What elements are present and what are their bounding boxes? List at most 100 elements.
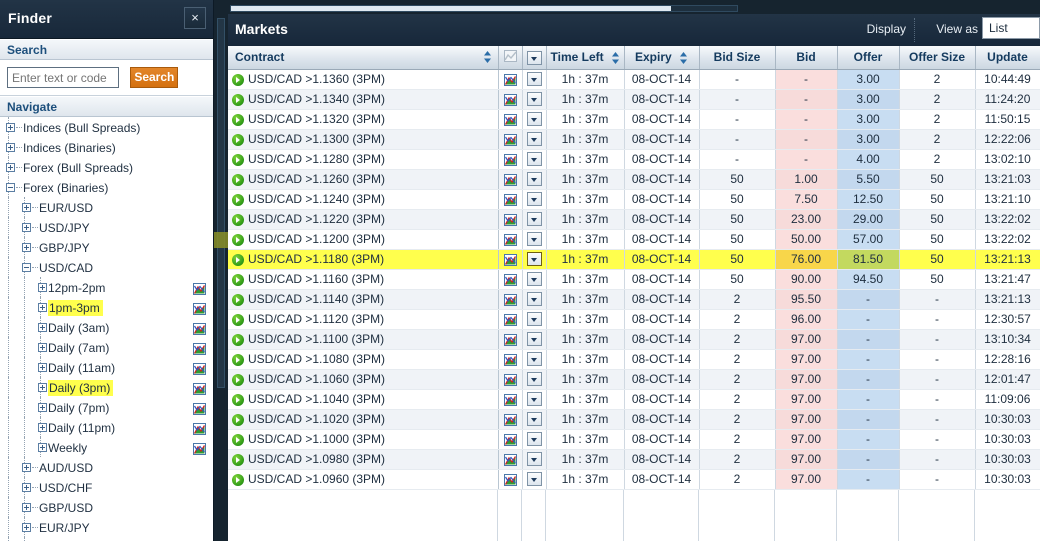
cell-row-menu[interactable] <box>522 369 547 390</box>
chevron-down-icon[interactable] <box>526 392 542 407</box>
column-header-chart[interactable] <box>498 46 523 70</box>
expand-icon[interactable] <box>38 343 47 353</box>
chevron-down-icon[interactable] <box>526 272 542 287</box>
cell-chart-link[interactable] <box>498 189 523 210</box>
tree-item-daily-11pm[interactable]: Daily (11pm) <box>0 417 213 437</box>
chevron-down-icon[interactable] <box>526 232 542 247</box>
table-row[interactable]: USD/CAD >1.1000 (3PM) 1h : 37m 08-OCT-14 2 9… <box>228 429 1040 450</box>
trade-play-icon[interactable] <box>232 93 244 106</box>
cell-chart-link[interactable] <box>498 249 523 270</box>
table-row[interactable]: USD/CAD >1.1180 (3PM) 1h : 37m 08-OCT-14 50… <box>228 249 1040 270</box>
cell-row-menu[interactable] <box>522 469 547 490</box>
chart-icon[interactable] <box>503 233 517 246</box>
chart-icon[interactable] <box>503 293 517 306</box>
cell-contract[interactable]: USD/CAD >1.0960 (3PM) <box>228 469 499 490</box>
chart-icon[interactable] <box>193 421 206 435</box>
table-row[interactable]: USD/CAD >1.0960 (3PM) 1h : 37m 08-OCT-14 2 9… <box>228 469 1040 490</box>
expand-icon[interactable] <box>6 163 15 173</box>
cell-chart-link[interactable] <box>498 289 523 310</box>
cell-contract[interactable]: USD/CAD >1.1220 (3PM) <box>228 209 499 230</box>
cell-row-menu[interactable] <box>522 109 547 130</box>
chart-icon[interactable] <box>503 213 517 226</box>
trade-play-icon[interactable] <box>232 413 244 426</box>
expand-icon[interactable] <box>38 383 47 393</box>
cell-chart-link[interactable] <box>498 69 523 90</box>
expand-icon[interactable] <box>38 443 47 453</box>
cell-contract[interactable]: USD/CAD >1.1100 (3PM) <box>228 329 499 350</box>
tree-item-daily-3pm[interactable]: Daily (3pm) <box>0 377 213 397</box>
tree-item-usd-chf[interactable]: USD/CHF <box>0 477 213 497</box>
chart-icon[interactable] <box>503 453 517 466</box>
tree-item-eur-jpy[interactable]: EUR/JPY <box>0 517 213 537</box>
tree-item-usd-jpy[interactable]: USD/JPY <box>0 217 213 237</box>
cell-chart-link[interactable] <box>498 309 523 330</box>
chevron-down-icon[interactable] <box>526 112 542 127</box>
cell-row-menu[interactable] <box>522 69 547 90</box>
chevron-down-icon[interactable] <box>526 452 542 467</box>
cell-contract[interactable]: USD/CAD >1.1200 (3PM) <box>228 229 499 250</box>
trade-play-icon[interactable] <box>232 193 244 206</box>
cell-contract[interactable]: USD/CAD >1.1320 (3PM) <box>228 109 499 130</box>
trade-play-icon[interactable] <box>232 133 244 146</box>
hscroll-track[interactable] <box>230 5 738 12</box>
cell-contract[interactable]: USD/CAD >1.1240 (3PM) <box>228 189 499 210</box>
sort-icon[interactable] <box>679 52 688 65</box>
tree-item-gbp-jpy[interactable]: GBP/JPY <box>0 237 213 257</box>
chevron-down-icon[interactable] <box>526 252 542 267</box>
cell-row-menu[interactable] <box>522 249 547 270</box>
column-header-bid-size[interactable]: Bid Size <box>699 46 776 70</box>
collapse-icon[interactable] <box>6 183 15 193</box>
trade-play-icon[interactable] <box>232 453 244 466</box>
cell-contract[interactable]: USD/CAD >1.1280 (3PM) <box>228 149 499 170</box>
cell-row-menu[interactable] <box>522 189 547 210</box>
chevron-down-icon[interactable] <box>526 50 542 65</box>
chart-icon[interactable] <box>503 93 517 106</box>
trade-play-icon[interactable] <box>232 293 244 306</box>
collapse-icon[interactable] <box>22 263 31 273</box>
cell-chart-link[interactable] <box>498 469 523 490</box>
chart-icon[interactable] <box>503 333 517 346</box>
hscroll-thumb[interactable] <box>231 6 671 11</box>
cell-chart-link[interactable] <box>498 369 523 390</box>
trade-play-icon[interactable] <box>232 153 244 166</box>
chevron-down-icon[interactable] <box>526 212 542 227</box>
table-row[interactable]: USD/CAD >1.1140 (3PM) 1h : 37m 08-OCT-14 2 9… <box>228 289 1040 310</box>
chart-icon[interactable] <box>193 361 206 375</box>
chevron-down-icon[interactable] <box>526 332 542 347</box>
close-icon[interactable]: × <box>184 7 206 29</box>
tree-item-weekly[interactable]: Weekly <box>0 437 213 457</box>
tree-item-indices-bull-spreads[interactable]: Indices (Bull Spreads) <box>0 117 213 137</box>
table-row[interactable]: USD/CAD >1.1060 (3PM) 1h : 37m 08-OCT-14 2 9… <box>228 369 1040 390</box>
table-row[interactable]: USD/CAD >1.1300 (3PM) 1h : 37m 08-OCT-14- -… <box>228 129 1040 150</box>
trade-play-icon[interactable] <box>232 273 244 286</box>
trade-play-icon[interactable] <box>232 353 244 366</box>
table-row[interactable]: USD/CAD >1.1100 (3PM) 1h : 37m 08-OCT-14 2 9… <box>228 329 1040 350</box>
cell-contract[interactable]: USD/CAD >1.1340 (3PM) <box>228 89 499 110</box>
table-row[interactable]: USD/CAD >1.1320 (3PM) 1h : 37m 08-OCT-14- -… <box>228 109 1040 130</box>
search-input[interactable] <box>7 67 119 88</box>
sort-icon[interactable] <box>611 52 620 65</box>
chevron-down-icon[interactable] <box>526 472 542 487</box>
cell-chart-link[interactable] <box>498 389 523 410</box>
cell-contract[interactable]: USD/CAD >1.0980 (3PM) <box>228 449 499 470</box>
chart-icon[interactable] <box>193 401 206 415</box>
cell-row-menu[interactable] <box>522 449 547 470</box>
chevron-down-icon[interactable] <box>526 132 542 147</box>
chart-icon[interactable] <box>503 413 517 426</box>
chart-icon[interactable] <box>193 321 206 335</box>
chart-icon[interactable] <box>503 133 517 146</box>
cell-chart-link[interactable] <box>498 409 523 430</box>
table-row[interactable]: USD/CAD >1.1020 (3PM) 1h : 37m 08-OCT-14 2 9… <box>228 409 1040 430</box>
scrollbar-thumb[interactable] <box>217 18 225 388</box>
chevron-down-icon[interactable] <box>526 352 542 367</box>
trade-play-icon[interactable] <box>232 213 244 226</box>
table-row[interactable]: USD/CAD >1.1160 (3PM) 1h : 37m 08-OCT-14 50… <box>228 269 1040 290</box>
cell-contract[interactable]: USD/CAD >1.1260 (3PM) <box>228 169 499 190</box>
chart-icon[interactable] <box>193 381 206 395</box>
navigate-tree[interactable]: Indices (Bull Spreads) Indices (Binaries)… <box>0 117 213 541</box>
cell-chart-link[interactable] <box>498 429 523 450</box>
table-row[interactable]: USD/CAD >1.1080 (3PM) 1h : 37m 08-OCT-14 2 9… <box>228 349 1040 370</box>
chart-icon[interactable] <box>503 153 517 166</box>
chevron-down-icon[interactable] <box>526 72 542 87</box>
expand-icon[interactable] <box>22 483 31 493</box>
